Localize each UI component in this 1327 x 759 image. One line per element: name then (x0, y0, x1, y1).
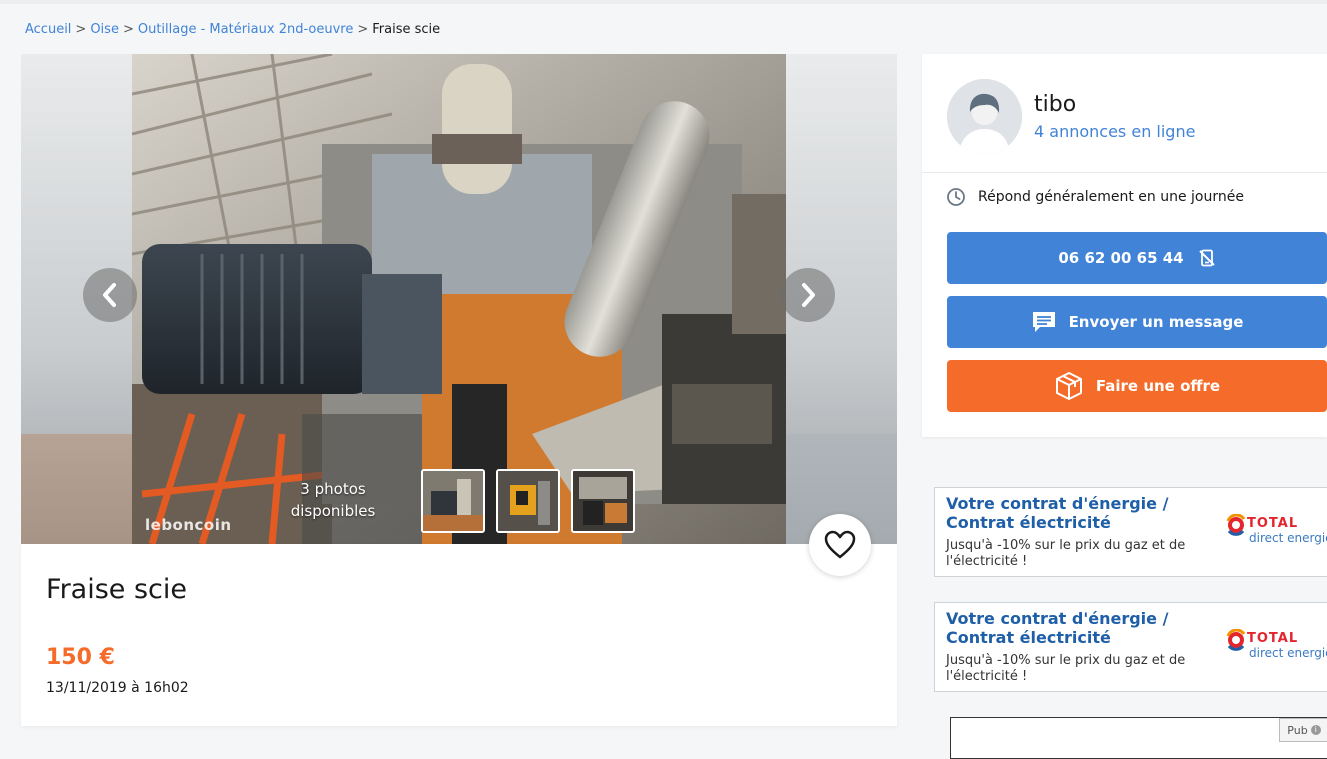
ad-headline: Votre contrat d'énergie / Contrat électr… (946, 609, 1168, 647)
heart-icon (824, 530, 856, 559)
send-message-label: Envoyer un message (1068, 313, 1244, 331)
chevron-left-icon (103, 283, 116, 307)
breadcrumb-current: Fraise scie (372, 22, 441, 37)
total-logo: TOTAL direct energie (1225, 513, 1327, 545)
total-logo-sub: direct energie (1249, 531, 1327, 545)
thumbnail-3[interactable] (571, 469, 635, 533)
sponsored-ad[interactable]: Votre contrat d'énergie / Contrat électr… (934, 602, 1327, 692)
show-phone-button[interactable]: 06 62 00 65 44 (947, 232, 1327, 284)
total-logo-text: TOTAL (1247, 516, 1299, 531)
divider (922, 172, 1327, 173)
top-strip (0, 0, 1327, 4)
ad-body: Jusqu'à -10% sur le prix du gaz et de l'… (946, 653, 1186, 684)
breadcrumb-separator: > (357, 22, 369, 37)
ad-price: 150 € (46, 645, 115, 670)
favorite-button[interactable] (809, 514, 871, 576)
package-icon (1054, 371, 1084, 401)
phone-slash-icon (1198, 249, 1216, 267)
ad-headline-line2: Contrat électricité (946, 513, 1111, 532)
total-logo-mark (1226, 513, 1246, 536)
ad-headline-line1: Votre contrat d'énergie / (946, 494, 1169, 513)
seller-avatar[interactable] (947, 79, 1022, 154)
phone-number: 06 62 00 65 44 (1058, 249, 1184, 267)
ad-frame[interactable] (950, 717, 1327, 759)
seller-name: tibo (1034, 92, 1077, 117)
send-message-button[interactable]: Envoyer un message (947, 296, 1327, 348)
info-icon: i (1310, 725, 1321, 735)
breadcrumb: Accueil > Oise > Outillage - Matériaux 2nd-o… (25, 22, 440, 37)
ad-headline: Votre contrat d'énergie / Contrat électr… (946, 494, 1168, 532)
ad-body: Jusqu'à -10% sur le prix du gaz et de l'… (946, 538, 1186, 569)
photo-count-line1: 3 photos (300, 480, 366, 498)
pub-label[interactable]: Pub i (1279, 718, 1327, 742)
make-offer-label: Faire une offre (1095, 377, 1221, 395)
total-logo-mark (1226, 628, 1246, 651)
ad-details: Fraise scie 150 € 13/11/2019 à 16h02 (21, 544, 897, 726)
next-photo-button[interactable] (781, 268, 835, 322)
chevron-right-icon (802, 283, 815, 307)
photo-count[interactable]: 3 photos disponibles (283, 478, 383, 522)
photo-gallery: leboncoin 3 photos disponibles (21, 54, 897, 544)
ad-headline-line1: Votre contrat d'énergie / (946, 609, 1169, 628)
pub-label-text: Pub (1287, 723, 1308, 737)
make-offer-button[interactable]: Faire une offre (947, 360, 1327, 412)
breadcrumb-region[interactable]: Oise (90, 22, 119, 37)
photo-count-line2: disponibles (290, 502, 376, 520)
prev-photo-button[interactable] (83, 268, 137, 322)
sponsored-ad[interactable]: Votre contrat d'énergie / Contrat électr… (934, 487, 1327, 577)
thumbnail-1[interactable] (421, 469, 485, 533)
ad-headline-line2: Contrat électricité (946, 628, 1111, 647)
response-time: Répond généralement en une journée (946, 187, 1244, 207)
total-logo-text: TOTAL (1247, 631, 1299, 646)
chat-bubble-icon (1031, 309, 1057, 335)
ad-title: Fraise scie (46, 574, 187, 605)
breadcrumb-home[interactable]: Accueil (25, 22, 71, 37)
breadcrumb-separator: > (75, 22, 87, 37)
clock-icon (947, 188, 965, 206)
thumbnail-2[interactable] (496, 469, 560, 533)
seller-listings-link[interactable]: 4 annonces en ligne (1034, 122, 1195, 141)
watermark: leboncoin (145, 516, 232, 534)
total-logo-sub: direct energie (1249, 646, 1327, 660)
seller-card: tibo 4 annonces en ligne Répond générale… (922, 54, 1327, 437)
total-logo: TOTAL direct energie (1225, 628, 1327, 660)
breadcrumb-separator: > (122, 22, 134, 37)
ad-date: 13/11/2019 à 16h02 (46, 680, 189, 696)
response-time-text: Répond généralement en une journée (978, 189, 1244, 205)
breadcrumb-category[interactable]: Outillage - Matériaux 2nd-oeuvre (138, 22, 353, 37)
